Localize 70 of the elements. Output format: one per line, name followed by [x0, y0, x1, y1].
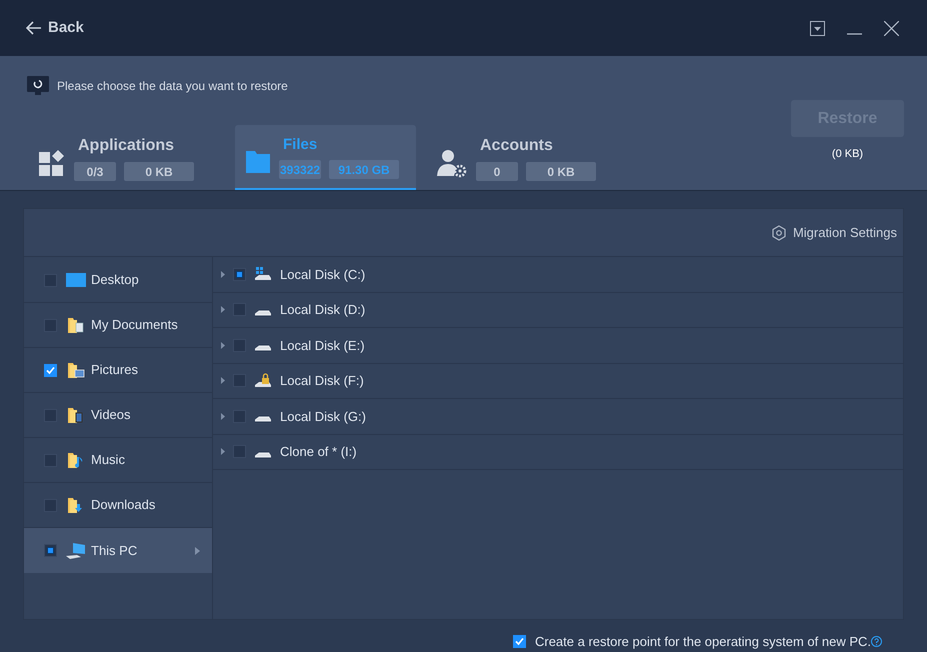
- folder-item[interactable]: Videos: [24, 393, 212, 438]
- category-tab[interactable]: Applications 0/3 0 KB: [36, 125, 217, 190]
- tab-label: Accounts: [479, 136, 554, 156]
- folder-icon: [67, 451, 85, 469]
- expand-arrow-icon: [195, 546, 200, 554]
- drive-icon: [254, 266, 272, 282]
- folder-icon: [67, 496, 85, 514]
- folder-item[interactable]: My Documents: [24, 303, 212, 348]
- checkbox[interactable]: [44, 318, 57, 332]
- size-label: 0 KB: [124, 162, 194, 181]
- expand-arrow-icon[interactable]: [221, 377, 225, 384]
- expand-arrow-icon[interactable]: [221, 342, 225, 349]
- folder-item[interactable]: Desktop: [24, 258, 212, 303]
- dropdown-icon[interactable]: [810, 20, 825, 36]
- settings-icon: [770, 224, 787, 240]
- checkbox[interactable]: [44, 498, 57, 512]
- back-button[interactable]: Back: [26, 16, 84, 40]
- tab-label: Applications: [77, 136, 176, 156]
- expand-arrow-icon[interactable]: [221, 412, 225, 420]
- checkbox[interactable]: [44, 408, 57, 422]
- folder-item[interactable]: This PC: [24, 528, 212, 573]
- folder-icon: [67, 361, 85, 379]
- restore-size: (0 KB): [832, 147, 864, 162]
- computer-icon: [65, 542, 87, 560]
- drive-icon: [254, 416, 272, 422]
- checkbox[interactable]: [233, 338, 246, 352]
- monitor-restore-icon: [27, 76, 49, 96]
- item-count: 393322: [279, 160, 322, 180]
- back-arrow-icon: [26, 21, 42, 35]
- migration-settings-button[interactable]: Migration Settings: [770, 222, 897, 242]
- expand-arrow-icon[interactable]: [221, 448, 225, 456]
- checkbox[interactable]: [233, 410, 246, 423]
- item-count: 0/3: [74, 162, 116, 181]
- restore-point-label: Create a restore point for the operating system of new PC.: [534, 633, 871, 651]
- size-label: 0 KB: [526, 162, 596, 181]
- category-tab[interactable]: Accounts 0 0 KB: [434, 125, 615, 190]
- drive-row[interactable]: Local Disk (F:): [213, 364, 903, 399]
- folder-icon: [67, 316, 85, 334]
- prompt-text: Please choose the data you want to restore: [57, 78, 288, 95]
- drive-icon: [254, 310, 272, 316]
- expand-arrow-icon[interactable]: [221, 306, 225, 314]
- size-label: 91.30 GB: [329, 160, 400, 180]
- drive-row[interactable]: Local Disk (G:): [213, 399, 903, 434]
- checkbox[interactable]: [512, 635, 526, 648]
- desktop-icon: [66, 272, 86, 288]
- help-icon[interactable]: [871, 636, 882, 648]
- item-count: 0: [476, 162, 518, 181]
- drive-row[interactable]: Local Disk (C:): [213, 257, 903, 292]
- checkbox[interactable]: [233, 303, 246, 316]
- locked-drive-icon: [254, 372, 272, 389]
- checkbox[interactable]: [44, 544, 57, 557]
- drive-row[interactable]: Clone of * (I:): [213, 434, 903, 470]
- drive-row[interactable]: Local Disk (E:): [213, 328, 903, 364]
- apps-icon: [38, 148, 66, 176]
- drive-row[interactable]: Local Disk (D:): [213, 292, 903, 328]
- folder-item[interactable]: Music: [24, 438, 212, 483]
- drive-icon: [254, 452, 272, 458]
- folder-icon: [67, 406, 85, 424]
- checkbox[interactable]: [44, 454, 57, 466]
- folder-icon: [245, 150, 271, 174]
- expand-arrow-icon[interactable]: [221, 270, 225, 278]
- drive-icon: [254, 345, 272, 352]
- tab-label: Files: [282, 134, 318, 155]
- checkbox[interactable]: [233, 374, 246, 388]
- checkbox[interactable]: [233, 268, 246, 281]
- folder-item[interactable]: Pictures: [24, 348, 212, 393]
- checkbox[interactable]: [44, 364, 57, 376]
- checkbox[interactable]: [233, 445, 246, 458]
- checkbox[interactable]: [44, 274, 57, 286]
- close-icon[interactable]: [884, 20, 899, 36]
